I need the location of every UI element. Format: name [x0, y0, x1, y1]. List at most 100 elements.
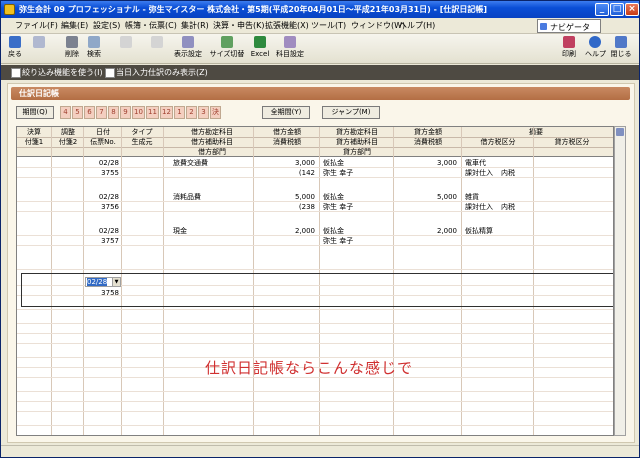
entry-tax-mode[interactable]: 内税 [501, 203, 515, 212]
menu-settings[interactable]: 設定(S) [93, 20, 120, 32]
menu-window[interactable]: ウィンドウ(W) [351, 20, 405, 32]
close-window-button[interactable]: × [625, 3, 639, 16]
maximize-button[interactable]: □ [610, 3, 624, 16]
entry-memo[interactable]: 雑貨 [465, 193, 479, 202]
navigator-label: ナビゲータ [550, 23, 590, 32]
entry-voucher-no[interactable]: 3756 [83, 203, 119, 212]
col-debit-tax-class: 借方税区分 [480, 138, 516, 146]
entry-debit-account[interactable]: 旅費交通費 [173, 159, 208, 168]
menu-bar: ファイル(F) 編集(E) 設定(S) 帳簿・伝票(C) 集計(R) 決算・申告… [1, 18, 639, 34]
entry-date[interactable]: 02/28 [83, 159, 119, 168]
entry-debit-account[interactable]: 現金 [173, 227, 187, 236]
month-button[interactable]: 6 [84, 106, 95, 119]
close-button[interactable]: 閉じる [609, 36, 633, 62]
entry-date[interactable]: 02/28 [83, 193, 119, 202]
account-settings-button[interactable]: 科目設定 [273, 36, 307, 62]
entry-debit-tax[interactable]: (238 [253, 203, 315, 212]
col-credit-amount: 貸方金額 [414, 128, 442, 136]
filter-label: 絞り込み機能を使う(I) [22, 68, 103, 77]
entry-memo[interactable]: 仮払精算 [465, 227, 493, 236]
entry-tax-class[interactable]: 課対仕入 [465, 169, 493, 178]
print-button[interactable]: 印刷 [561, 36, 577, 62]
back-button[interactable]: 戻る [7, 36, 23, 62]
new-entry-date-input[interactable]: 02/28 ▼ [85, 277, 121, 287]
entry-memo[interactable]: 電車代 [465, 159, 486, 168]
forward-button[interactable] [31, 36, 47, 62]
entry-credit-sub[interactable]: 弥生 幸子 [323, 237, 353, 246]
entry-debit-amount[interactable]: 5,000 [253, 193, 315, 202]
help-button[interactable]: ヘルプ [585, 36, 606, 62]
month-button[interactable]: 11 [146, 106, 159, 119]
col-settlement: 決算 [27, 128, 41, 136]
col-credit-sub: 貸方補助科目 [336, 138, 378, 146]
entry-credit-amount[interactable]: 2,000 [393, 227, 457, 236]
month-button[interactable]: 3 [198, 106, 209, 119]
note-icon[interactable] [616, 128, 624, 136]
col-adjust: 調整 [61, 128, 75, 136]
vertical-scrollbar[interactable] [614, 126, 626, 436]
new-entry-voucher-no[interactable]: 3758 [83, 289, 119, 298]
menu-summary[interactable]: 集計(R) [181, 20, 209, 32]
menu-books[interactable]: 帳簿・伝票(C) [125, 20, 177, 32]
entry-date[interactable]: 02/28 [83, 227, 119, 236]
entry-tax-class[interactable]: 課対仕入 [465, 203, 493, 212]
excel-icon [254, 36, 266, 48]
account-settings-icon [284, 36, 296, 48]
menu-file[interactable]: ファイル(F) [15, 20, 58, 32]
filter-checkbox[interactable]: 絞り込み機能を使う(I) [11, 67, 103, 78]
month-button[interactable]: 1 [174, 106, 185, 119]
month-button[interactable]: 10 [132, 106, 145, 119]
col-voucher-no: 伝票No. [90, 138, 116, 146]
delete-button[interactable]: 削除 [63, 36, 81, 62]
search-button[interactable]: 検索 [85, 36, 103, 62]
excel-button[interactable]: Excel [249, 36, 271, 62]
entry-tax-mode[interactable]: 内税 [501, 169, 515, 178]
journal-panel: 仕訳日記帳 期間(Q) 4 5 6 7 8 9 10 11 12 1 2 3 決… [7, 83, 635, 443]
month-button[interactable]: 12 [160, 106, 173, 119]
close-icon [615, 36, 627, 48]
month-button[interactable]: 4 [60, 106, 71, 119]
entry-debit-amount[interactable]: 3,000 [253, 159, 315, 168]
entry-credit-amount[interactable]: 3,000 [393, 159, 457, 168]
disabled-tool-1[interactable] [107, 36, 145, 62]
month-button[interactable]: 8 [108, 106, 119, 119]
col-credit-dept: 貸方部門 [343, 148, 371, 156]
entry-voucher-no[interactable]: 3757 [83, 237, 119, 246]
menu-edit[interactable]: 編集(E) [61, 20, 88, 32]
disabled-tool-2[interactable] [145, 36, 169, 62]
today-only-checkbox[interactable]: 当日入力仕訳のみ表示(Z) [105, 67, 208, 78]
entry-credit-sub[interactable]: 弥生 幸子 [323, 169, 353, 178]
size-toggle-button[interactable]: サイズ切替 [209, 36, 245, 62]
chevron-down-icon[interactable]: ▼ [112, 278, 120, 286]
toolbar: 戻る 削除 検索 表示設定 サイズ切替 Excel 科目設定 印刷 ヘルプ 閉じ… [1, 34, 639, 64]
entry-credit-amount[interactable]: 5,000 [393, 193, 457, 202]
menu-settlement[interactable]: 決算・申告(K) [213, 20, 265, 32]
navigator-button[interactable]: ナビゲータ [537, 19, 601, 33]
printer-icon [563, 36, 575, 48]
display-settings-button[interactable]: 表示設定 [173, 36, 203, 62]
help-icon [589, 36, 601, 48]
entry-credit-account[interactable]: 仮払金 [323, 193, 344, 202]
month-button[interactable]: 2 [186, 106, 197, 119]
month-button[interactable]: 5 [72, 106, 83, 119]
menu-extensions[interactable]: 拡張機能(X) [265, 20, 309, 32]
closing-month-button[interactable]: 決 [210, 106, 221, 119]
forward-icon [33, 36, 45, 48]
menu-tools[interactable]: ツール(T) [311, 20, 346, 32]
entry-voucher-no[interactable]: 3755 [83, 169, 119, 178]
entry-credit-account[interactable]: 仮払金 [323, 227, 344, 236]
entry-credit-account[interactable]: 仮払金 [323, 159, 344, 168]
header-separator [17, 137, 613, 138]
month-button[interactable]: 9 [120, 106, 131, 119]
period-button[interactable]: 期間(Q) [16, 106, 54, 119]
entry-debit-account[interactable]: 消耗品費 [173, 193, 201, 202]
entry-debit-amount[interactable]: 2,000 [253, 227, 315, 236]
menu-help[interactable]: ヘルプ(H) [399, 20, 435, 32]
month-button[interactable]: 7 [96, 106, 107, 119]
entry-credit-sub[interactable]: 弥生 幸子 [323, 203, 353, 212]
jump-button[interactable]: ジャンプ(M) [322, 106, 380, 119]
row-line [17, 333, 613, 334]
minimize-button[interactable]: _ [595, 3, 609, 16]
all-period-button[interactable]: 全期間(Y) [262, 106, 310, 119]
entry-debit-tax[interactable]: (142 [253, 169, 315, 178]
